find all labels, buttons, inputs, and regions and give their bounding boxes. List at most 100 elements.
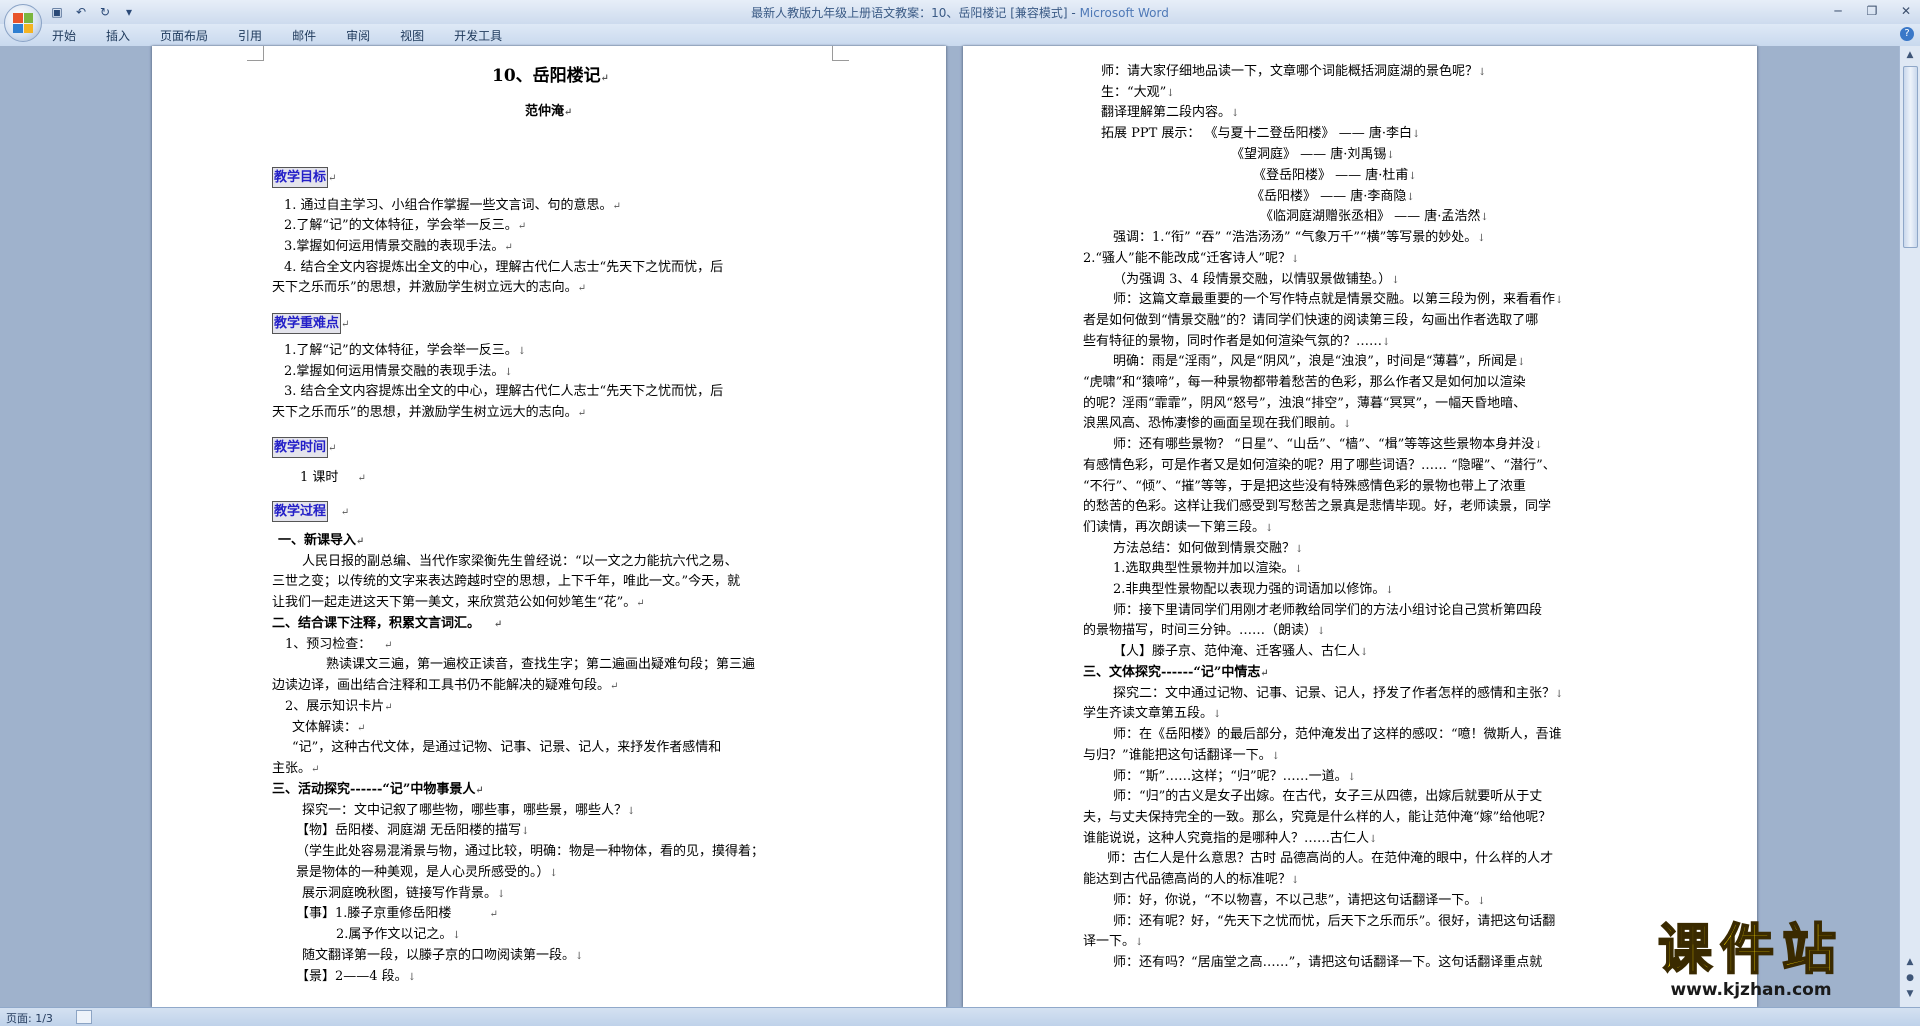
page-2-content[interactable]: 师：请大家仔细地品读一下，文章哪个词能概括洞庭湖的景色呢？↓ 生：“大观”↓ 翻译理…	[963, 46, 1757, 1007]
heading-keys-label: 教学重难点	[272, 313, 342, 334]
process-text: 文体解读：	[292, 720, 358, 735]
process-text: 【物】岳阳楼、洞庭湖 无岳阳楼的描写	[296, 823, 522, 838]
page2-line: 与归？”谁能把这句话翻译一下。↓	[1083, 748, 1281, 763]
process-text: 景是物体的一种美观，是人心灵所感受的。）	[296, 865, 550, 880]
key-line: 1.了解“记”的文体特征，学会举一反三。↓	[284, 343, 527, 358]
process-line: 2.属予作文以记之。↓	[336, 927, 461, 942]
page-indicator[interactable]: 页面: 1/3	[6, 1010, 53, 1026]
process-text: “记”，这种古代文体，是通过记物、记事、记景、记人，来抒发作者感情和	[292, 740, 722, 755]
process-line: 文体解读：↵	[292, 720, 366, 735]
goal-text: 4. 结合全文内容提炼出全文的中心，理解古代仁人志士“先天下之忧而忧，后	[284, 260, 724, 275]
page2-line: 师：“斯”……这样；“归”呢？……一道。↓	[1113, 769, 1356, 784]
tab-home[interactable]: 开始	[52, 27, 76, 44]
process-line: 三世之变；以传统的文字来表达跨越时空的思想，上下千年，唯此一文。”今天，就	[272, 572, 740, 592]
page2-line: 方法总结：如何做到情景交融？↓	[1113, 541, 1304, 556]
page2-line: 【人】滕子京、范仲淹、迁客骚人、古仁人↓	[1113, 644, 1369, 659]
scroll-up-icon[interactable]: ▲	[1903, 48, 1917, 62]
time-line: 1 课时 ↵	[300, 470, 366, 485]
page2-text: 有感情色彩，可是作者又是如何渲染的呢？用了哪些词语？…… “隐曜”、“潜行”、	[1083, 458, 1556, 473]
page2-text: 能达到古代品德高尚的人的标准呢？	[1083, 872, 1292, 887]
tab-insert[interactable]: 插入	[106, 27, 130, 44]
document-area: 10、岳阳楼记↵ 范仲淹↵ 教学目标 ↵ 1. 通过自主学习、小组合作掌握一些文言…	[0, 46, 1900, 1007]
page2-line: 译一下。↓	[1083, 934, 1144, 949]
page-2: 师：请大家仔细地品读一下，文章哪个词能概括洞庭湖的景色呢？↓ 生：“大观”↓ 翻译理…	[963, 46, 1757, 1007]
page2-text: 师：在《岳阳楼》的最后部分，范仲淹发出了这样的感叹：“噫！微斯人，吾谁	[1113, 727, 1562, 742]
help-icon[interactable]: ?	[1900, 27, 1914, 41]
browse-object-icon[interactable]: ●	[1903, 971, 1917, 985]
process-line: （学生此处容易混淆景与物，通过比较，明确：物是一种物体，看的见，摸得着；	[296, 842, 764, 862]
page2-line: “不行”、“倾”、“摧”等等，于是把这些没有特殊感情色彩的景物也带上了浓重	[1083, 477, 1526, 497]
window-controls: ─ ❐ ✕	[1828, 2, 1916, 20]
process-text: 一、新课导入	[278, 533, 357, 548]
page2-line: 有感情色彩，可是作者又是如何渲染的呢？用了哪些词语？…… “隐曜”、“潜行”、	[1083, 456, 1556, 476]
document-title-text: 10、岳阳楼记↵	[492, 66, 610, 86]
process-text: 随文翻译第一段，以滕子京的口吻阅读第一段。	[302, 948, 576, 963]
previous-page-icon[interactable]: ▲	[1903, 955, 1917, 969]
page2-text: 三、文体探究------“记”中情志	[1083, 665, 1261, 680]
process-text: 【景】2——4 段。	[296, 969, 408, 984]
page2-text: 师：请大家仔细地品读一下，文章哪个词能概括洞庭湖的景色呢？	[1101, 64, 1479, 79]
page-1-content[interactable]: 10、岳阳楼记↵ 范仲淹↵ 教学目标 ↵ 1. 通过自主学习、小组合作掌握一些文言…	[152, 46, 946, 1007]
page2-text: 1.选取典型性景物并加以渲染。	[1113, 561, 1295, 576]
page2-text: 浪黑风高、恐怖凄惨的画面呈现在我们眼前。	[1083, 416, 1344, 431]
office-button[interactable]	[4, 4, 42, 42]
next-page-icon[interactable]: ▼	[1903, 987, 1917, 1001]
ribbon-tabs: 开始 插入 页面布局 引用 邮件 审阅 视图 开发工具	[52, 27, 502, 44]
process-text: 让我们一起走进这天下第一美文，来欣赏范公如何妙笔生“花”。	[272, 595, 637, 610]
page2-line: “虎啸”和“猿啼”，每一种景物都带着愁苦的色彩，那么作者又是如何加以渲染	[1083, 373, 1526, 393]
process-line: 让我们一起走进这天下第一美文，来欣赏范公如何妙笔生“花”。↵	[272, 595, 645, 610]
key-text: 3. 结合全文内容提炼出全文的中心，理解古代仁人志士“先天下之忧而忧，后	[284, 384, 724, 399]
office-logo-icon	[13, 13, 33, 33]
close-icon[interactable]: ✕	[1896, 2, 1916, 20]
key-line: 天下之乐而乐”的思想，并激励学生树立远大的志向。↵	[272, 405, 587, 420]
process-text: 人民日报的副总编、当代作家梁衡先生曾经说：“以一文之力能抗六代之易、	[302, 554, 738, 569]
page2-text: 师：好，你说，“不以物喜，不以己悲”，请把这句话翻译一下。	[1113, 893, 1478, 908]
proofing-icon[interactable]	[76, 1010, 92, 1024]
vertical-scrollbar[interactable]: ▲ ▲ ● ▼	[1899, 46, 1920, 1007]
page2-line: （为强调 3、4 段情景交融，以情驭景做铺垫。）↓	[1113, 272, 1400, 287]
page2-text: 2.“骚人”能不能改成“迁客诗人”呢？	[1083, 251, 1291, 266]
tab-view[interactable]: 视图	[400, 27, 424, 44]
page2-line: 探究二：文中通过记物、记事、记景、记人，抒发了作者怎样的感情和主张？↓	[1113, 686, 1564, 701]
page2-text: 的愁苦的色彩。这样让我们感受到写愁苦之景真是悲情毕现。好，老师读景，同学	[1083, 499, 1552, 514]
heading-process: 教学过程 ↵	[272, 501, 349, 523]
page2-line: 师：在《岳阳楼》的最后部分，范仲淹发出了这样的感叹：“噫！微斯人，吾谁	[1113, 725, 1562, 745]
tab-page-layout[interactable]: 页面布局	[160, 27, 208, 44]
time-text: 1 课时	[300, 470, 339, 485]
process-text: 2.属予作文以记之。	[336, 927, 453, 942]
minimize-icon[interactable]: ─	[1828, 2, 1848, 20]
page2-line: 师：还有呢？好，“先天下之忧而忧，后天下之乐而乐”。很好，请把这句话翻	[1113, 912, 1555, 932]
page2-line: 者是如何做到“情景交融”的？请同学们快速的阅读第三段，勾画出作者选取了哪	[1083, 311, 1538, 331]
page2-line: 些有特征的景物，同时作者是如何渲染气氛的？……↓	[1083, 334, 1391, 349]
window-title: 最新人教版九年级上册语文教案：10、岳阳楼记 [兼容模式] - Microsof…	[0, 4, 1920, 21]
process-line: 1、预习检查： ↵	[285, 637, 393, 652]
page2-line: 师：好，你说，“不以物喜，不以己悲”，请把这句话翻译一下。↓	[1113, 893, 1486, 908]
process-text: 三、活动探究------“记”中物事景人	[272, 782, 476, 797]
page2-text: 夫，与丈夫保持完全的一致。那么，究竟是什么样的人，能让范仲淹“嫁”给他呢？	[1083, 810, 1552, 825]
maximize-icon[interactable]: ❐	[1862, 2, 1882, 20]
tab-review[interactable]: 审阅	[346, 27, 370, 44]
tab-developer[interactable]: 开发工具	[454, 27, 502, 44]
watermark-url: www.kjzhan.com	[1670, 980, 1832, 1000]
page2-text: 《望洞庭》 —— 唐·刘禹锡	[1231, 147, 1387, 162]
page2-text: 谁能说说，这种人究竟指的是哪种人？……古仁人	[1083, 831, 1370, 846]
tab-mailings[interactable]: 邮件	[292, 27, 316, 44]
key-text: 1.了解“记”的文体特征，学会举一反三。	[284, 343, 518, 358]
heading-keys: 教学重难点 ↵	[272, 313, 349, 335]
page2-text: 与归？”谁能把这句话翻译一下。	[1083, 748, 1272, 763]
page2-text: 师：古仁人是什么意思？古时 品德高尚的人。在范仲淹的眼中，什么样的人才	[1107, 851, 1554, 866]
page2-text: 的呢？淫雨“霏霏”，阴风“怒号”，浊浪“排空”，薄暮“冥冥”，一幅天昏地暗、	[1083, 396, 1527, 411]
key-text: 2.掌握如何运用情景交融的表现手法。	[284, 364, 505, 379]
process-line: 景是物体的一种美观，是人心灵所感受的。）↓	[296, 865, 558, 880]
author-name: 范仲淹	[525, 104, 565, 119]
page2-text: 翻译理解第二段内容。	[1101, 105, 1232, 120]
process-line: 一、新课导入↵	[278, 533, 365, 548]
scroll-thumb[interactable]	[1903, 66, 1918, 248]
page2-line: 师：古仁人是什么意思？古时 品德高尚的人。在范仲淹的眼中，什么样的人才	[1107, 849, 1553, 869]
key-line: 3. 结合全文内容提炼出全文的中心，理解古代仁人志士“先天下之忧而忧，后	[284, 382, 723, 402]
watermark: 课件站 www.kjzhan.com	[1657, 919, 1844, 1001]
page2-line: 《望洞庭》 —— 唐·刘禹锡↓	[1231, 147, 1395, 162]
process-text: 1、预习检查：	[285, 637, 372, 652]
tab-references[interactable]: 引用	[238, 27, 262, 44]
page2-text: 的景物描写，时间三分钟。……（朗读）	[1083, 623, 1318, 638]
